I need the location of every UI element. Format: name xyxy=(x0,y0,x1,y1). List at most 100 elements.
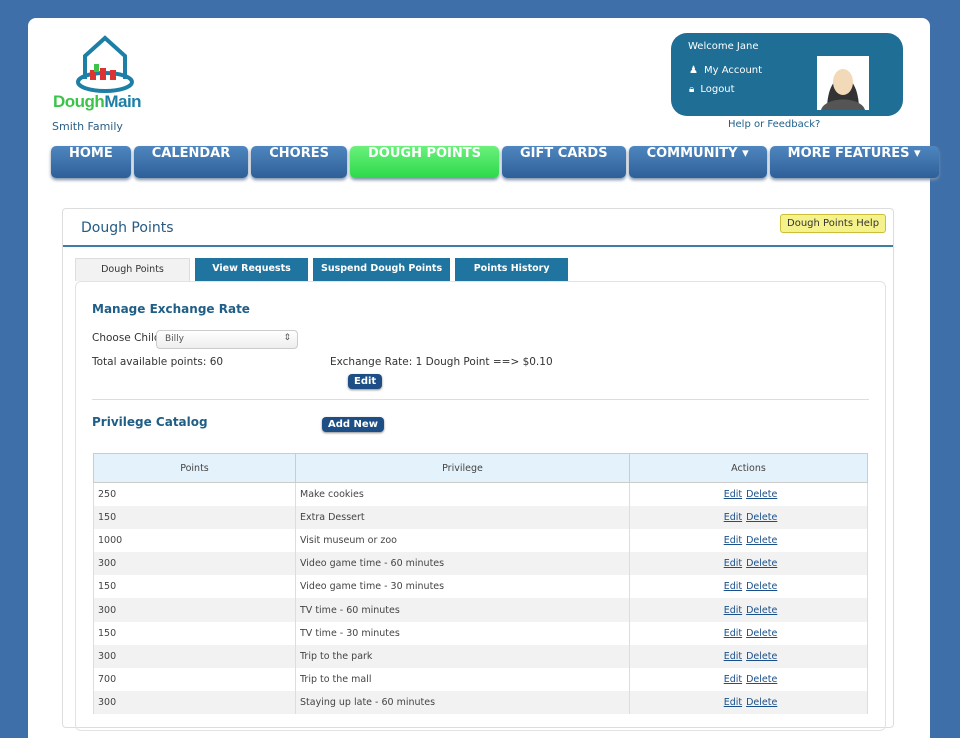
nav-community[interactable]: COMMUNITY ▾ xyxy=(628,146,767,178)
edit-link[interactable]: Edit xyxy=(724,697,742,708)
table-row: 250 Make cookies Edit Delete xyxy=(93,482,868,506)
add-new-button[interactable]: Add New xyxy=(322,417,384,432)
points-cell: 300 xyxy=(93,598,296,622)
column-header: Privilege xyxy=(295,453,630,483)
table-row: 300 Staying up late - 60 minutes Edit Delet… xyxy=(93,691,868,715)
privilege-cell: Video game time - 60 minutes xyxy=(295,552,630,576)
dough-points-help-button[interactable]: Dough Points Help xyxy=(780,214,887,233)
exchange-rate: Exchange Rate: 1 Dough Point ==> $0.10 xyxy=(330,356,553,368)
edit-link[interactable]: Edit xyxy=(724,605,742,616)
privilege-cell: Video game time - 30 minutes xyxy=(295,575,630,599)
delete-link[interactable]: Delete xyxy=(746,489,777,500)
privilege-cell: Staying up late - 60 minutes xyxy=(295,691,630,715)
edit-link[interactable]: Edit xyxy=(724,558,742,569)
tab-view-requests[interactable]: View Requests xyxy=(195,258,308,281)
nav-gift-cards[interactable]: GIFT CARDS xyxy=(502,146,626,178)
my-account-link[interactable]: ♟ My Account xyxy=(689,65,762,76)
points-cell: 150 xyxy=(93,621,296,645)
delete-link[interactable]: Delete xyxy=(746,558,777,569)
logout-link[interactable]: 🔒︎ Logout xyxy=(689,84,735,95)
actions-cell: Edit Delete xyxy=(629,668,868,692)
delete-link[interactable]: Delete xyxy=(746,697,777,708)
points-cell: 1000 xyxy=(93,528,296,553)
delete-link[interactable]: Delete xyxy=(746,628,777,639)
actions-cell: Edit Delete xyxy=(629,575,868,599)
edit-link[interactable]: Edit xyxy=(724,489,742,500)
total-points: Total available points: 60 xyxy=(92,356,224,368)
points-cell: 300 xyxy=(93,691,296,715)
delete-link[interactable]: Delete xyxy=(746,512,777,523)
delete-link[interactable]: Delete xyxy=(746,581,777,592)
user-icon: ♟ xyxy=(689,65,698,76)
privilege-cell: Trip to the park xyxy=(295,644,630,668)
privilege-catalog-heading: Privilege Catalog xyxy=(92,415,208,429)
column-header: Actions xyxy=(629,453,868,483)
nav-calendar[interactable]: CALENDAR xyxy=(133,146,249,178)
divider xyxy=(63,245,893,247)
nav-home[interactable]: HOME xyxy=(51,146,131,178)
table-row: 150 Extra Dessert Edit Delete xyxy=(93,505,868,529)
brand-name: DoughMain xyxy=(53,92,142,111)
actions-cell: Edit Delete xyxy=(629,482,868,506)
privilege-cell: Extra Dessert xyxy=(295,505,630,529)
edit-link[interactable]: Edit xyxy=(724,512,742,523)
tabs: Dough Points View Requests Suspend Dough… xyxy=(75,258,569,281)
delete-link[interactable]: Delete xyxy=(746,535,777,546)
avatar xyxy=(817,56,869,110)
privilege-table: Points Privilege Actions 250 Make cookies… xyxy=(93,453,868,715)
divider xyxy=(92,399,869,400)
actions-cell: Edit Delete xyxy=(629,691,868,715)
nav-more-features[interactable]: MORE FEATURES ▾ xyxy=(769,146,939,178)
tab-dough-points[interactable]: Dough Points xyxy=(75,258,190,281)
account-box: Welcome Jane ♟ My Account 🔒︎ Logout xyxy=(671,33,903,116)
edit-link[interactable]: Edit xyxy=(724,674,742,685)
points-cell: 150 xyxy=(93,505,296,529)
nav-dough-points[interactable]: DOUGH POINTS xyxy=(350,146,500,178)
table-row: 700 Trip to the mall Edit Delete xyxy=(93,668,868,692)
edit-link[interactable]: Edit xyxy=(724,581,742,592)
actions-cell: Edit Delete xyxy=(629,528,868,553)
edit-link[interactable]: Edit xyxy=(724,628,742,639)
privilege-cell: TV time - 60 minutes xyxy=(295,598,630,622)
points-cell: 300 xyxy=(93,552,296,576)
table-row: 300 Video game time - 60 minutes Edit Delet… xyxy=(93,552,868,576)
tab-content: Manage Exchange Rate Choose Child Billy ⇕… xyxy=(75,281,886,731)
actions-cell: Edit Delete xyxy=(629,644,868,668)
privilege-cell: TV time - 30 minutes xyxy=(295,621,630,645)
family-name: Smith Family xyxy=(52,120,123,133)
privilege-cell: Visit museum or zoo xyxy=(295,528,630,553)
delete-link[interactable]: Delete xyxy=(746,605,777,616)
table-row: 300 Trip to the park Edit Delete xyxy=(93,644,868,668)
edit-rate-button[interactable]: Edit xyxy=(348,374,383,389)
choose-child-label: Choose Child xyxy=(92,332,161,344)
tab-suspend-dough-points[interactable]: Suspend Dough Points xyxy=(313,258,451,281)
select-arrows-icon: ⇕ xyxy=(283,333,291,343)
edit-link[interactable]: Edit xyxy=(724,651,742,662)
table-row: 150 TV time - 30 minutes Edit Delete xyxy=(93,621,868,645)
tab-points-history[interactable]: Points History xyxy=(455,258,569,281)
actions-cell: Edit Delete xyxy=(629,505,868,529)
lock-icon: 🔒︎ xyxy=(689,84,695,95)
choose-child-select[interactable]: Billy ⇕ xyxy=(156,330,298,349)
table-row: 150 Video game time - 30 minutes Edit Delet… xyxy=(93,575,868,599)
points-cell: 700 xyxy=(93,668,296,692)
exchange-rate-heading: Manage Exchange Rate xyxy=(92,302,250,316)
nav-chores[interactable]: CHORES xyxy=(251,146,347,178)
points-cell: 300 xyxy=(93,644,296,668)
delete-link[interactable]: Delete xyxy=(746,674,777,685)
panel-title: Dough Points xyxy=(81,220,174,236)
main-nav: HOME CALENDAR CHORES DOUGH POINTS GIFT C… xyxy=(51,146,939,178)
privilege-cell: Trip to the mall xyxy=(295,668,630,692)
actions-cell: Edit Delete xyxy=(629,598,868,622)
table-row: 1000 Visit museum or zoo Edit Delete xyxy=(93,528,868,553)
delete-link[interactable]: Delete xyxy=(746,651,777,662)
privilege-cell: Make cookies xyxy=(295,482,630,506)
help-feedback-link[interactable]: Help or Feedback? xyxy=(728,119,820,130)
welcome-text: Welcome Jane xyxy=(688,41,759,52)
points-cell: 150 xyxy=(93,575,296,599)
actions-cell: Edit Delete xyxy=(629,552,868,576)
dough-points-panel: Dough Points Dough Points Help Dough Poi… xyxy=(62,208,894,731)
actions-cell: Edit Delete xyxy=(629,621,868,645)
points-cell: 250 xyxy=(93,482,296,506)
edit-link[interactable]: Edit xyxy=(724,535,742,546)
